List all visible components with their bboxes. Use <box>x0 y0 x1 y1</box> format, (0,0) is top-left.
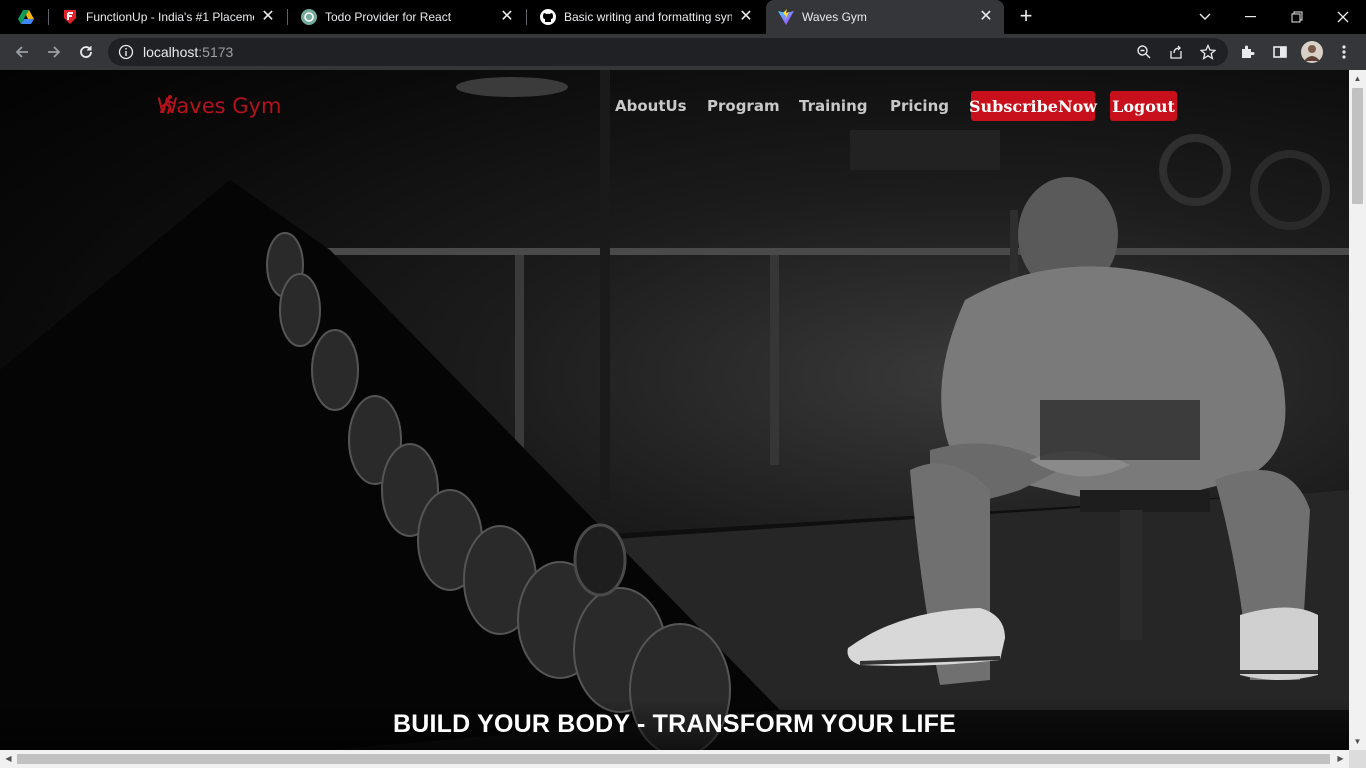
tab-todo-provider[interactable]: Todo Provider for React ✕ <box>289 0 525 34</box>
running-man-icon <box>160 95 174 114</box>
extensions-icon[interactable] <box>1234 38 1262 66</box>
tab-github[interactable]: Basic writing and formatting synt ✕ <box>528 0 764 34</box>
functionup-icon <box>62 9 78 25</box>
tab-title: FunctionUp - India's #1 Placemen <box>86 10 254 24</box>
tab-waves-gym[interactable]: Waves Gym ✕ <box>766 0 1004 34</box>
close-window-button[interactable] <box>1320 0 1366 34</box>
url-port: :5173 <box>198 44 234 60</box>
tab-title: Basic writing and formatting synt <box>564 10 732 24</box>
tab-title: Waves Gym <box>802 10 867 24</box>
close-tab-icon[interactable]: ✕ <box>738 9 754 25</box>
vertical-scrollbar[interactable]: ▲ ▼ <box>1349 70 1366 750</box>
close-tab-icon[interactable]: ✕ <box>260 9 276 25</box>
restore-button[interactable] <box>1274 0 1320 34</box>
hero-background-image <box>0 70 1349 750</box>
minimize-button[interactable] <box>1228 0 1274 34</box>
nav-pricing[interactable]: Pricing <box>890 97 949 115</box>
address-bar[interactable] <box>108 38 1228 66</box>
profile-avatar[interactable] <box>1298 38 1326 66</box>
tab-functionup[interactable]: FunctionUp - India's #1 Placemen ✕ <box>50 0 286 34</box>
vite-icon <box>778 9 794 25</box>
tab-strip: FunctionUp - India's #1 Placemen ✕ Todo … <box>0 0 1366 34</box>
new-tab-button[interactable]: + <box>1015 5 1037 27</box>
site-info-icon[interactable] <box>118 44 134 60</box>
horizontal-scrollbar[interactable]: ◀ ▶ <box>0 750 1349 768</box>
scroll-left-arrow-icon[interactable]: ◀ <box>0 750 17 768</box>
reload-button[interactable] <box>72 38 100 66</box>
menu-kebab-icon[interactable] <box>1330 38 1358 66</box>
chatgpt-icon <box>301 9 317 25</box>
url-host: localhost <box>143 44 199 60</box>
nav-program[interactable]: Program <box>707 97 780 115</box>
brand-logo[interactable]: Waves Gym <box>157 94 281 118</box>
horizontal-scroll-thumb[interactable] <box>17 754 1330 764</box>
page-viewport: Waves Gym AboutUs Program Training Prici… <box>0 70 1366 768</box>
logout-button[interactable]: Logout <box>1110 91 1177 121</box>
scrollbar-corner <box>1349 750 1366 768</box>
back-button[interactable] <box>8 38 36 66</box>
share-icon[interactable] <box>1162 38 1190 66</box>
tab-title: Todo Provider for React <box>325 10 452 24</box>
subscribe-now-button[interactable]: SubscribeNow <box>969 91 1097 121</box>
side-panel-icon[interactable] <box>1266 38 1294 66</box>
vertical-scroll-thumb[interactable] <box>1352 88 1363 204</box>
url-text[interactable]: localhost:5173 <box>143 44 233 60</box>
google-drive-icon <box>18 9 34 25</box>
close-tab-icon[interactable]: ✕ <box>978 9 994 25</box>
close-tab-icon[interactable]: ✕ <box>499 9 515 25</box>
zoom-icon[interactable] <box>1130 38 1158 66</box>
github-icon <box>540 9 556 25</box>
scroll-right-arrow-icon[interactable]: ▶ <box>1332 750 1349 768</box>
nav-about-us[interactable]: AboutUs <box>615 97 687 115</box>
bookmark-star-icon[interactable] <box>1194 38 1222 66</box>
scroll-up-arrow-icon[interactable]: ▲ <box>1349 70 1366 87</box>
hero-section: Waves Gym AboutUs Program Training Prici… <box>0 70 1349 750</box>
scroll-down-arrow-icon[interactable]: ▼ <box>1349 733 1366 750</box>
tab-search-icon[interactable] <box>1182 0 1228 34</box>
forward-button[interactable] <box>40 38 68 66</box>
nav-training[interactable]: Training <box>799 97 867 115</box>
tab-google-drive[interactable] <box>6 0 46 34</box>
hero-caption: BUILD YOUR BODY - TRANSFORM YOUR LIFE <box>393 710 956 738</box>
